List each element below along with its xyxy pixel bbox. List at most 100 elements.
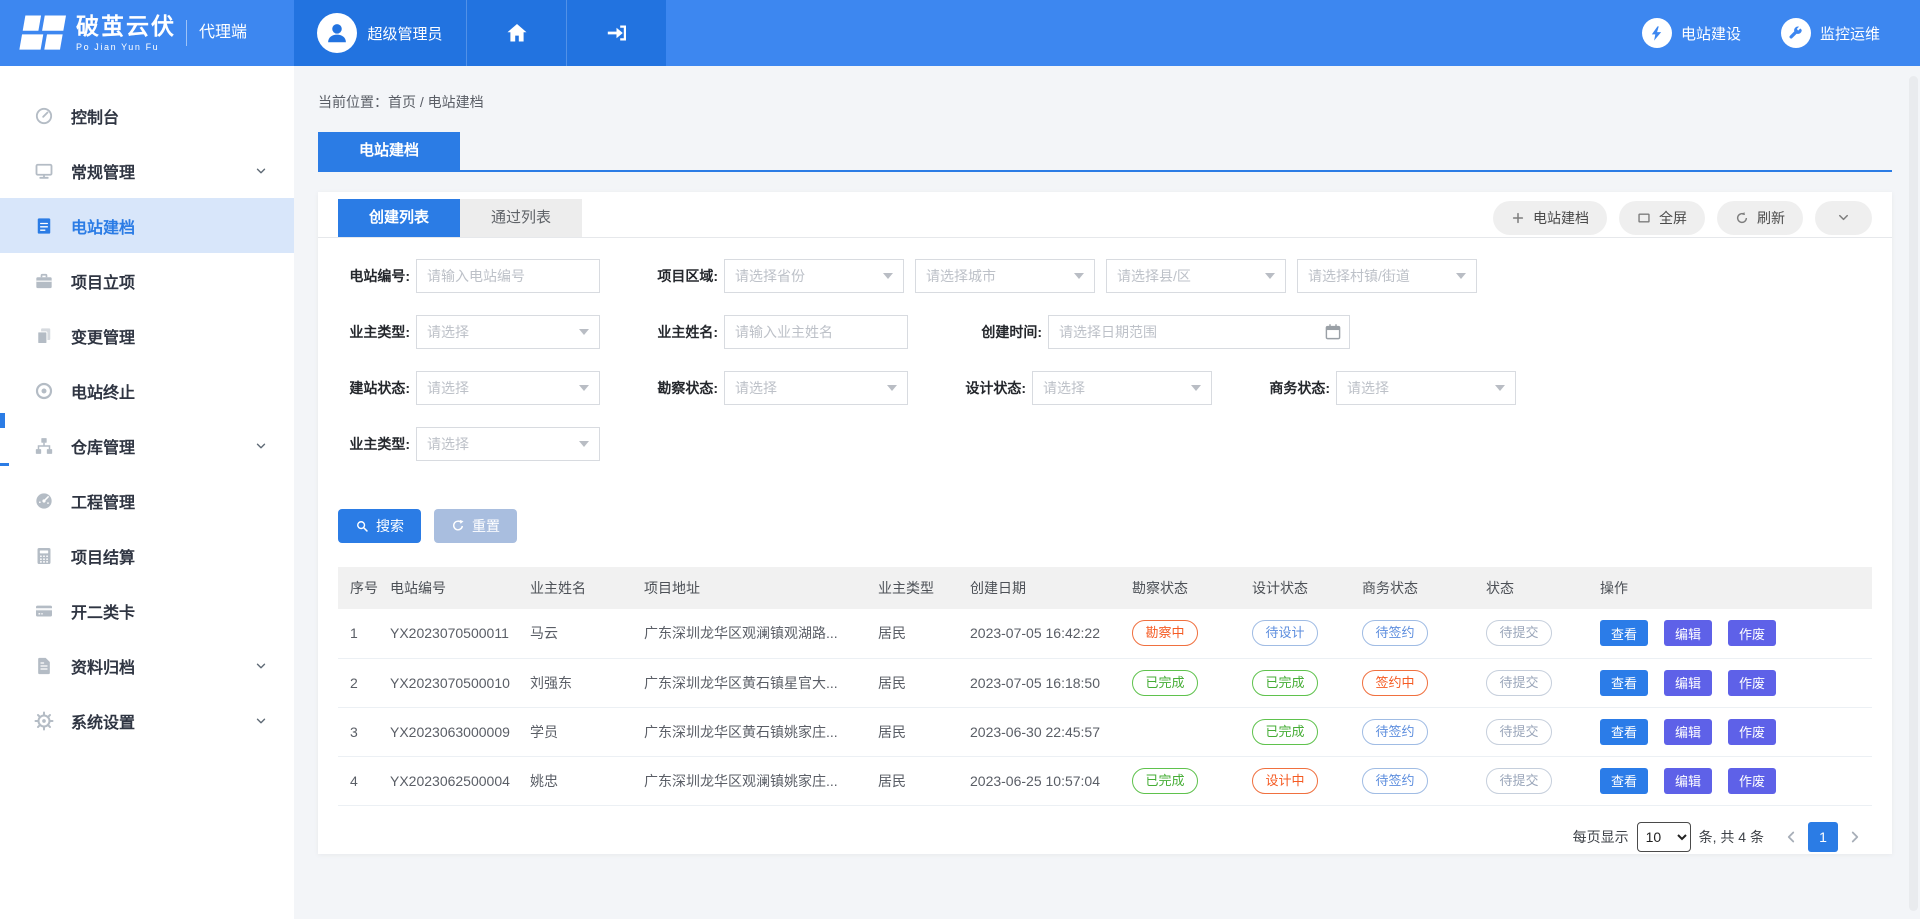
toolbar: 电站建档 全屏 刷新 — [1493, 201, 1872, 235]
search-button[interactable]: 搜索 — [338, 509, 421, 543]
design-status-select[interactable]: 请选择 — [1032, 371, 1212, 405]
brand-text: 破茧云伏 Po Jian Yun Fu — [76, 14, 176, 52]
sidebar-scrollbar-thumb[interactable] — [0, 413, 5, 428]
calculator-icon — [34, 546, 54, 566]
station-table: 序号电站编号业主姓名项目地址业主类型创建日期勘察状态设计状态商务状态状态操作 1… — [338, 567, 1872, 806]
view-button[interactable]: 查看 — [1600, 719, 1648, 745]
sidebar-item-station-termination[interactable]: 电站终止 — [0, 363, 294, 418]
station-no-input[interactable] — [416, 259, 600, 293]
current-page-button[interactable]: 1 — [1808, 822, 1838, 852]
status-badge: 已完成 — [1252, 719, 1318, 745]
column-header: 设计状态 — [1244, 567, 1354, 609]
survey-status-select[interactable]: 请选择 — [724, 371, 908, 405]
invalidate-button[interactable]: 作废 — [1728, 719, 1776, 745]
document-icon — [34, 216, 54, 236]
date-range-input[interactable] — [1048, 315, 1350, 349]
cell-design-status: 已完成 — [1244, 707, 1354, 756]
view-button[interactable]: 查看 — [1600, 620, 1648, 646]
cell-status-status: 待提交 — [1478, 756, 1592, 805]
nav-monitor-ops[interactable]: 监控运维 — [1781, 0, 1880, 66]
cell-station-no: YX2023070500011 — [382, 609, 522, 658]
sidebar-item-project-settlement[interactable]: 项目结算 — [0, 528, 294, 583]
owner-name-input[interactable] — [724, 315, 908, 349]
breadcrumb-label: 当前位置： — [318, 94, 388, 110]
cell-design-status: 待设计 — [1244, 609, 1354, 658]
sidebar-item-general-mgmt[interactable]: 常规管理 — [0, 143, 294, 198]
cell-owner-type: 居民 — [870, 707, 962, 756]
invalidate-button[interactable]: 作废 — [1728, 768, 1776, 794]
invalidate-button[interactable]: 作废 — [1728, 670, 1776, 696]
sidebar-item-station-archive[interactable]: 电站建档 — [0, 198, 294, 253]
status-badge: 待提交 — [1486, 719, 1552, 745]
sidebar-item-second-class-card[interactable]: 开二类卡 — [0, 583, 294, 638]
prev-page-button[interactable] — [1782, 828, 1800, 846]
chevron-down-icon — [254, 714, 268, 728]
file-icon — [34, 656, 54, 676]
logout-button[interactable] — [566, 0, 666, 66]
view-button[interactable]: 查看 — [1600, 670, 1648, 696]
region-select-2[interactable]: 请选择县/区 — [1106, 259, 1286, 293]
cell-business-status: 待签约 — [1354, 756, 1478, 805]
cell-owner-name: 姚忠 — [522, 756, 636, 805]
cell-project-address: 广东深圳龙华区观澜镇姚家庄... — [636, 756, 870, 805]
sidebar-item-label: 变更管理 — [71, 324, 135, 348]
breadcrumb: 当前位置：首页 / 电站建档 — [294, 66, 1920, 112]
pagination: 每页显示 10 条, 共 4 条 1 — [318, 806, 1892, 852]
tab-create-list[interactable]: 创建列表 — [338, 199, 460, 237]
sidebar-item-warehouse-mgmt[interactable]: 仓库管理 — [0, 418, 294, 473]
sidebar-item-engineering-mgmt[interactable]: 工程管理 — [0, 473, 294, 528]
tab-pass-list[interactable]: 通过列表 — [460, 199, 582, 237]
fullscreen-button[interactable]: 全屏 — [1619, 201, 1705, 235]
reset-button[interactable]: 重置 — [434, 509, 517, 543]
region-select-3[interactable]: 请选择村镇/街道 — [1297, 259, 1477, 293]
sidebar-item-label: 系统设置 — [71, 709, 135, 733]
header-spacer — [666, 0, 1642, 66]
nav-station-build[interactable]: 电站建设 — [1642, 0, 1741, 66]
edit-button[interactable]: 编辑 — [1664, 719, 1712, 745]
invalidate-button[interactable]: 作废 — [1728, 620, 1776, 646]
caret-down-icon — [883, 273, 893, 279]
edit-button[interactable]: 编辑 — [1664, 670, 1712, 696]
edit-button[interactable]: 编辑 — [1664, 768, 1712, 794]
page-tab[interactable]: 电站建档 — [318, 132, 460, 170]
survey-status-label: 勘察状态: — [646, 378, 718, 398]
owner-type-select[interactable]: 请选择 — [416, 315, 600, 349]
sidebar-item-change-mgmt[interactable]: 变更管理 — [0, 308, 294, 363]
view-button[interactable]: 查看 — [1600, 768, 1648, 794]
user-menu[interactable]: 超级管理员 — [294, 0, 466, 66]
refresh-button[interactable]: 刷新 — [1717, 201, 1803, 235]
caret-down-icon — [579, 441, 589, 447]
sidebar-item-system-settings[interactable]: 系统设置 — [0, 693, 294, 748]
column-header: 创建日期 — [962, 567, 1124, 609]
brand: 破茧云伏 Po Jian Yun Fu 代理端 — [0, 0, 294, 66]
create-time-field — [1048, 315, 1350, 349]
sidebar-item-data-archive[interactable]: 资料归档 — [0, 638, 294, 693]
create-station-button[interactable]: 电站建档 — [1493, 201, 1607, 235]
region-select-0[interactable]: 请选择省份 — [724, 259, 904, 293]
page-tab-strip: 电站建档 — [318, 132, 1892, 172]
sitemap-icon — [34, 436, 54, 456]
home-button[interactable] — [466, 0, 566, 66]
portal-label: 代理端 — [186, 20, 247, 46]
exit-icon — [605, 21, 629, 45]
business-status-label: 商务状态: — [1258, 378, 1330, 398]
status-badge: 待签约 — [1362, 620, 1428, 646]
sidebar-item-project-initiation[interactable]: 项目立项 — [0, 253, 294, 308]
page-size-select[interactable]: 10 — [1637, 822, 1691, 852]
collapse-button[interactable] — [1815, 201, 1872, 235]
build-status-select[interactable]: 请选择 — [416, 371, 600, 405]
sidebar-item-label: 控制台 — [71, 104, 119, 128]
cell-actions: 查看编辑作废 — [1592, 756, 1872, 805]
sidebar-item-console[interactable]: 控制台 — [0, 88, 294, 143]
page-scrollbar[interactable] — [1909, 76, 1918, 911]
table-row: 4YX2023062500004姚忠广东深圳龙华区观澜镇姚家庄...居民2023… — [338, 756, 1872, 805]
cell-survey-status — [1124, 707, 1244, 756]
region-select-1[interactable]: 请选择城市 — [915, 259, 1095, 293]
owner-name-label: 业主姓名: — [646, 322, 718, 342]
sidebar-menu: 控制台常规管理电站建档项目立项变更管理电站终止仓库管理工程管理项目结算开二类卡资… — [0, 66, 294, 748]
next-page-button[interactable] — [1846, 828, 1864, 846]
business-status-select[interactable]: 请选择 — [1336, 371, 1516, 405]
owner-type2-select[interactable]: 请选择 — [416, 427, 600, 461]
cell-owner-type: 居民 — [870, 658, 962, 707]
edit-button[interactable]: 编辑 — [1664, 620, 1712, 646]
